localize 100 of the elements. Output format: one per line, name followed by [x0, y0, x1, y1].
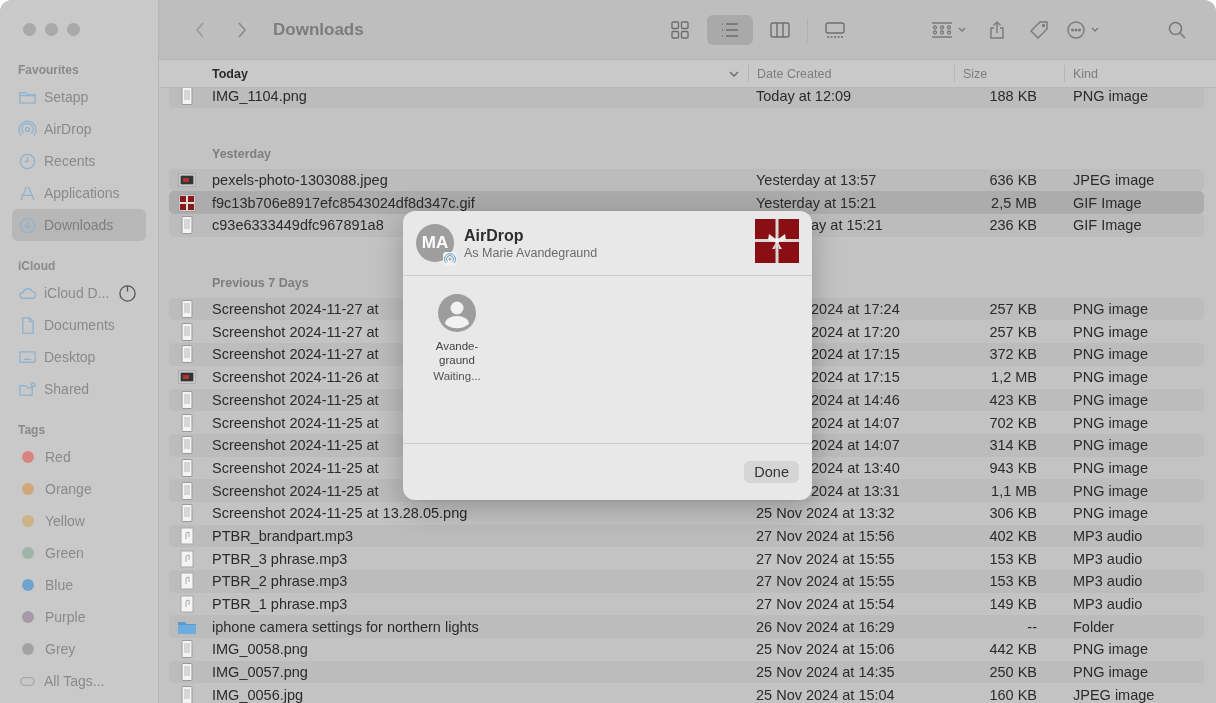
close-button[interactable]	[23, 22, 36, 36]
sidebar-item[interactable]: Yellow	[12, 505, 146, 537]
date-created: 2024 at 13:31	[811, 482, 900, 499]
sidebar-item[interactable]: Recents	[12, 145, 146, 177]
file-kind: GIF Image	[1073, 217, 1142, 234]
file-size: 314 KB	[989, 437, 1037, 454]
file-row[interactable]: PTBR_1 phrase.mp3 27 Nov 2024 at 15:54 149 KB MP3 audio	[169, 592, 1204, 616]
file-name: Screenshot 2024-11-25 at	[212, 414, 379, 431]
file-name: IMG_0056.jpg	[212, 686, 304, 703]
download-icon	[18, 215, 37, 235]
group-heading[interactable]: Today	[212, 66, 248, 81]
done-button[interactable]: Done	[744, 461, 799, 483]
dialog-subtitle: As Marie Avandegraund	[464, 245, 598, 260]
file-size: 372 KB	[989, 346, 1037, 363]
file-name: IMG_1104.png	[212, 88, 307, 105]
tag-icon[interactable]	[1029, 19, 1049, 40]
file-row[interactable]: PTBR_brandpart.mp3 27 Nov 2024 at 15:56 402 KB MP3 audio	[169, 524, 1204, 548]
file-row[interactable]: PTBR_2 phrase.mp3 27 Nov 2024 at 15:55 153 KB MP3 audio	[169, 570, 1204, 593]
file-name: PTBR_3 phrase.mp3	[212, 550, 348, 567]
file-row[interactable]: iphone camera settings for northern lights 26 Nov 2024 at 16:29 -- Folder	[169, 615, 1204, 639]
file-name: Screenshot 2024-11-25 at	[212, 391, 379, 408]
file-name: Screenshot 2024-11-27 at	[212, 323, 379, 340]
file-kind: PNG image	[1073, 641, 1148, 658]
date-created: 27 Nov 2024 at 15:54	[756, 596, 895, 613]
file-row[interactable]: PTBR_3 phrase.mp3 27 Nov 2024 at 15:55 153 KB MP3 audio	[169, 547, 1204, 570]
file-kind: PNG image	[1073, 437, 1148, 454]
file-size: 1,2 MB	[991, 369, 1037, 386]
minimize-button[interactable]	[45, 22, 58, 36]
file-row[interactable]: Screenshot 2024-11-25 at 13.28.05.png 25 Nov 2024 at 13:32 306 KB PNG image	[169, 501, 1204, 525]
file-row[interactable]: IMG_0057.png 25 Nov 2024 at 14:35 250 KB PNG image	[169, 660, 1204, 684]
sidebar-item[interactable]: AirDrop	[12, 113, 146, 145]
file-name: Screenshot 2024-11-27 at	[212, 301, 379, 318]
sidebar-item[interactable]: All Tags...	[12, 665, 146, 697]
file-size: 149 KB	[989, 596, 1037, 613]
sidebar-section-title: Tags	[17, 422, 47, 439]
sidebar-item[interactable]: Desktop	[12, 341, 146, 373]
shared-folder-icon	[18, 379, 37, 399]
date-created: ay at 15:21	[811, 217, 883, 234]
file-name: pexels-photo-1303088.jpeg	[212, 172, 388, 189]
zoom-button[interactable]	[67, 22, 80, 36]
file-name: iphone camera settings for northern lights	[212, 618, 479, 635]
sidebar-item[interactable]: Documents	[12, 309, 146, 341]
file-kind: PNG image	[1073, 459, 1148, 476]
file-kind: MP3 audio	[1073, 527, 1143, 544]
recipient-status: Waiting...	[433, 370, 481, 382]
file-kind: PNG image	[1073, 505, 1148, 522]
columns-icon	[769, 19, 791, 40]
date-created: Today at 12:09	[756, 88, 852, 105]
date-created: 2024 at 17:24	[811, 301, 900, 318]
column-heading[interactable]: Date Created	[757, 66, 832, 81]
sidebar-item[interactable]: Red	[12, 441, 146, 473]
file-name: PTBR_brandpart.mp3	[212, 527, 354, 544]
search-icon[interactable]	[1167, 19, 1187, 40]
sidebar-item[interactable]: iCloud D...	[12, 277, 146, 309]
column-heading[interactable]: Size	[963, 66, 988, 81]
window-title: Downloads	[273, 19, 364, 40]
file-row[interactable]: IMG_0058.png 25 Nov 2024 at 15:06 442 KB PNG image	[169, 638, 1204, 661]
sidebar-item[interactable]: Green	[12, 537, 146, 569]
file-size: 702 KB	[989, 414, 1037, 431]
group-heading: Previous 7 Days	[212, 275, 309, 290]
file-size: 257 KB	[989, 323, 1037, 340]
person-avatar-icon[interactable]	[437, 293, 477, 333]
sidebar-item[interactable]: Orange	[12, 473, 146, 505]
date-created: 2024 at 13:40	[811, 459, 900, 476]
file-row[interactable]: f9c13b706e8917efc8543024df8d347c.gif Yesterday at 15:21 2,5 MB GIF Image	[169, 191, 1204, 215]
file-row[interactable]: IMG_0056.jpg 25 Nov 2024 at 15:04 160 KB JPEG image	[169, 683, 1204, 703]
file-kind: MP3 audio	[1073, 550, 1143, 567]
share-icon[interactable]	[987, 19, 1007, 40]
file-size: 257 KB	[989, 301, 1037, 318]
sidebar-item[interactable]: Downloads	[12, 209, 146, 241]
file-name: Screenshot 2024-11-25 at	[212, 437, 379, 454]
file-row[interactable]: pexels-photo-1303088.jpeg Yesterday at 13:57 636 KB JPEG image	[169, 168, 1204, 192]
file-size: 236 KB	[989, 217, 1037, 234]
file-kind: JPEG image	[1073, 686, 1155, 703]
file-size: 153 KB	[989, 550, 1037, 567]
sidebar-item[interactable]: Setapp	[12, 81, 146, 113]
file-kind: PNG image	[1073, 391, 1148, 408]
chevron-icon[interactable]	[728, 69, 740, 78]
column-heading[interactable]: Kind	[1073, 66, 1099, 81]
file-name: c93e6333449dfc967891a8	[212, 217, 384, 234]
file-name: f9c13b706e8917efc8543024df8d347c.gif	[212, 194, 475, 211]
sidebar-item[interactable]: Applications	[12, 177, 146, 209]
sidebar-item[interactable]: Shared	[12, 373, 146, 405]
file-kind: PNG image	[1073, 346, 1148, 363]
date-created: 27 Nov 2024 at 15:55	[756, 573, 895, 590]
date-created: 2024 at 14:07	[811, 437, 900, 454]
audio-file-icon	[177, 525, 197, 546]
file-kind: PNG image	[1073, 482, 1148, 499]
file-size: 188 KB	[989, 88, 1037, 105]
sidebar-item[interactable]: Grey	[12, 633, 146, 665]
sidebar-item[interactable]: Blue	[12, 569, 146, 601]
clock-icon	[18, 151, 37, 171]
sidebar-item[interactable]: Purple	[12, 601, 146, 633]
file-size: 306 KB	[989, 505, 1037, 522]
file-kind: PNG image	[1073, 88, 1148, 105]
date-created: 2024 at 17:20	[811, 323, 900, 340]
file-name: IMG_0057.png	[212, 664, 308, 681]
audio-file-icon	[177, 571, 197, 592]
list-view-button[interactable]	[707, 14, 753, 45]
airdrop-icon	[443, 252, 457, 266]
